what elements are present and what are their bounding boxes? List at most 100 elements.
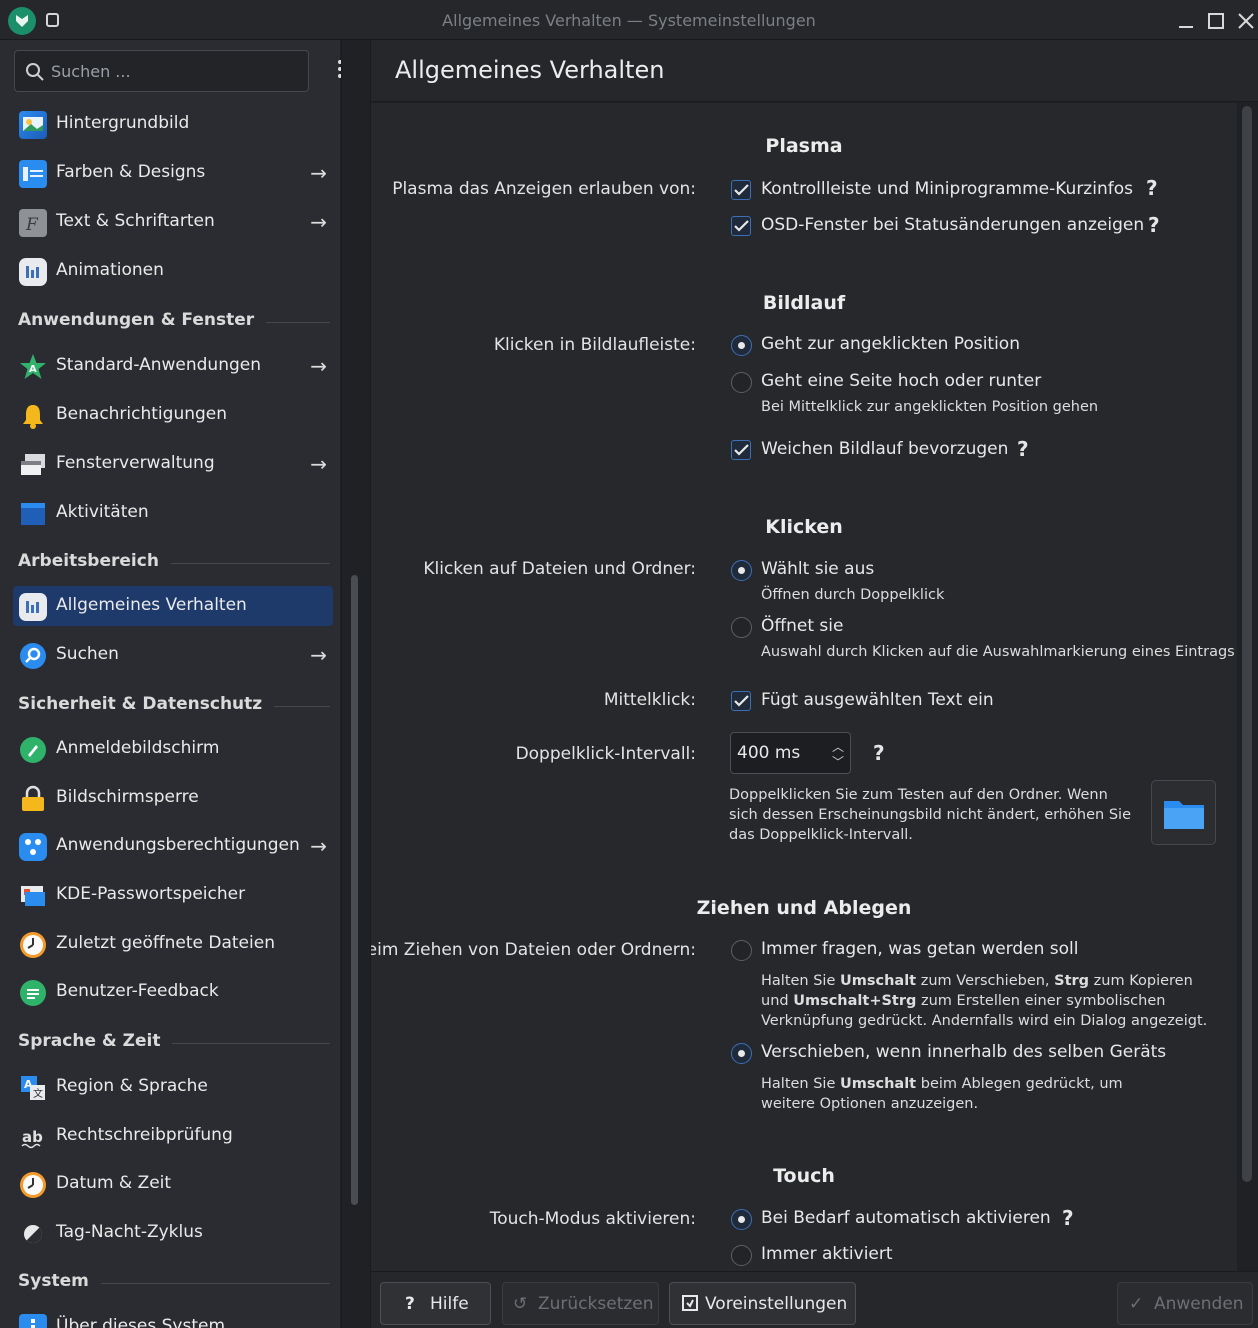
kebab-menu-button[interactable] — [330, 57, 350, 87]
radio-selected[interactable] — [731, 560, 752, 581]
defaults-button[interactable]: Voreinstellungen — [669, 1282, 856, 1325]
svg-text:文: 文 — [33, 1087, 43, 1100]
sidebar-item-anwendungsberechtigungen[interactable]: Anwendungsberechtigungen → — [13, 826, 333, 866]
hint-text: Halten Sie Umschalt beim Ablegen gedrück… — [761, 1076, 1123, 1112]
window-title: Allgemeines Verhalten — Systemeinstellun… — [442, 11, 816, 30]
help-button[interactable]: ? Hilfe — [380, 1282, 491, 1325]
help-question-icon[interactable]: ? — [1062, 1206, 1074, 1230]
sidebar-item-label: Region & Sprache — [56, 1076, 208, 1096]
hint-text: Auswahl durch Klicken auf die Auswahlmar… — [761, 644, 1235, 660]
sidebar-item-label: Tag-Nacht-Zyklus — [56, 1222, 203, 1242]
radio-selected[interactable] — [731, 1043, 752, 1064]
sidebar-item-label: KDE-Passwortspeicher — [56, 884, 246, 904]
arrow-right-icon: → — [310, 210, 327, 234]
touch-mode-label: Touch-Modus aktivieren: — [489, 1209, 696, 1229]
sidebar-item-kde-passwortspeicher[interactable]: KDE-Passwortspeicher — [13, 875, 333, 915]
sidebar-item-label: Fensterverwaltung — [56, 453, 215, 473]
hint-text: Öffnen durch Doppelklick — [761, 587, 945, 603]
sidebar-item-tag-nacht[interactable]: Tag-Nacht-Zyklus — [13, 1213, 333, 1253]
sidebar-item-hintergrundbild[interactable]: Hintergrundbild — [13, 104, 333, 144]
sidebar-item-farben[interactable]: Farben & Designs → — [13, 153, 333, 193]
radio-unselected[interactable] — [731, 940, 752, 961]
question-icon: ? — [405, 1294, 415, 1314]
double-click-interval-spinbox[interactable]: ︿ ﹀ — [730, 732, 851, 774]
search-icon — [26, 63, 44, 81]
window-management-icon — [19, 451, 47, 479]
checkbox-checked[interactable] — [731, 440, 751, 460]
sidebar-item-standard-anwendungen[interactable]: A Standard-Anwendungen → — [13, 346, 333, 386]
content-scrollbar[interactable] — [1242, 106, 1252, 1182]
close-button[interactable] — [1233, 8, 1258, 34]
checkbox-checked[interactable] — [731, 691, 751, 711]
sidebar-item-benachrichtigungen[interactable]: Benachrichtigungen — [13, 395, 333, 435]
sidebar-item-region-sprache[interactable]: A文 Region & Sprache — [13, 1067, 333, 1107]
sidebar-item-anmeldebildschirm[interactable]: Anmeldebildschirm — [13, 729, 333, 769]
radio-unselected[interactable] — [731, 372, 752, 393]
radio-unselected[interactable] — [731, 1245, 752, 1266]
sidebar-scrollbar[interactable] — [351, 575, 358, 1205]
clock-icon — [19, 1171, 47, 1199]
radio-selected[interactable] — [731, 1209, 752, 1230]
sidebar-item-ueber-system[interactable]: Über dieses System — [13, 1307, 333, 1328]
app-permissions-icon — [19, 833, 47, 861]
region-language-icon: A文 — [19, 1074, 47, 1102]
sidebar-item-label: Anwendungsberechtigungen — [56, 835, 300, 855]
minimize-button[interactable] — [1173, 8, 1199, 34]
help-question-icon[interactable]: ? — [1146, 176, 1158, 200]
radio-selected[interactable] — [731, 335, 752, 356]
sidebar-item-datum-zeit[interactable]: Datum & Zeit — [13, 1164, 333, 1204]
sidebar-item-zuletzt-geoeffnet[interactable]: Zuletzt geöffnete Dateien — [13, 924, 333, 964]
hint-text: Doppelklicken Sie zum Testen auf den Ord… — [729, 787, 1131, 843]
wallet-icon — [19, 882, 47, 910]
sidebar-item-label: Über dieses System — [56, 1316, 226, 1328]
day-night-icon — [19, 1220, 47, 1248]
radio-unselected[interactable] — [731, 617, 752, 638]
sidebar-item-aktivitaeten[interactable]: Aktivitäten — [13, 493, 333, 533]
section-title-plasma: Plasma — [765, 135, 843, 157]
sidebar-item-text-schriftarten[interactable]: F Text & Schriftarten → — [13, 202, 333, 242]
sidebar-item-bildschirmsperre[interactable]: Bildschirmsperre — [13, 778, 333, 818]
hint-text: Halten Sie Umschalt zum Verschieben, Str… — [761, 973, 1208, 1029]
sidebar-header: Anwendungen & Fenster — [18, 310, 330, 340]
sidebar-item-fensterverwaltung[interactable]: Fensterverwaltung → — [13, 444, 333, 484]
sidebar-item-label: Text & Schriftarten — [56, 211, 215, 231]
info-icon — [19, 1314, 47, 1328]
plasma-label: Plasma das Anzeigen erlauben von: — [392, 179, 696, 199]
sidebar-item-allgemeines-verhalten[interactable]: Allgemeines Verhalten — [13, 586, 333, 626]
svg-text:F: F — [25, 215, 39, 235]
checkbox-checked[interactable] — [731, 216, 751, 236]
reset-button[interactable]: ↺ Zurücksetzen — [502, 1282, 659, 1325]
sidebar-item-label: Bildschirmsperre — [56, 787, 199, 807]
svg-text:A: A — [29, 364, 37, 375]
sidebar-header: System — [18, 1271, 330, 1301]
chevron-down-icon[interactable]: ﹀ — [832, 753, 844, 770]
section-title-klicken: Klicken — [765, 516, 843, 538]
sidebar-item-rechtschreibpruefung[interactable]: ab Rechtschreibprüfung — [13, 1116, 333, 1156]
help-question-icon[interactable]: ? — [1017, 437, 1029, 461]
maximize-button[interactable] — [1203, 8, 1229, 34]
sidebar-item-suchen[interactable]: Suchen → — [13, 635, 333, 675]
help-question-icon[interactable]: ? — [873, 741, 885, 765]
recent-files-icon — [19, 931, 47, 959]
test-folder-button[interactable] — [1151, 780, 1216, 845]
sidebar-item-label: Allgemeines Verhalten — [56, 595, 247, 615]
activities-icon — [19, 500, 47, 528]
arrow-right-icon: → — [310, 643, 327, 667]
hint-text: Bei Mittelklick zur angeklickten Positio… — [761, 399, 1099, 415]
page-title: Allgemeines Verhalten — [395, 56, 665, 84]
sidebar-header: Sicherheit & Datenschutz — [18, 694, 330, 724]
sidebar-item-label: Aktivitäten — [56, 502, 149, 522]
sidebar-item-label: Suchen — [56, 644, 119, 664]
search-input[interactable] — [51, 51, 301, 91]
sidebar-search[interactable] — [14, 50, 309, 92]
undo-icon: ↺ — [513, 1294, 528, 1314]
help-question-icon[interactable]: ? — [1148, 213, 1160, 237]
double-click-interval-input[interactable] — [737, 733, 817, 773]
sidebar-item-label: Animationen — [56, 260, 164, 280]
sidebar-item-animationen[interactable]: Animationen — [13, 251, 333, 291]
sidebar-item-benutzer-feedback[interactable]: Benutzer-Feedback — [13, 972, 333, 1012]
click-files-label: Klicken auf Dateien und Ordner: — [423, 559, 696, 579]
apply-button[interactable]: ✓ Anwenden — [1117, 1282, 1253, 1325]
checkbox-checked[interactable] — [731, 180, 751, 200]
sidebar-item-label: Benachrichtigungen — [56, 404, 228, 424]
